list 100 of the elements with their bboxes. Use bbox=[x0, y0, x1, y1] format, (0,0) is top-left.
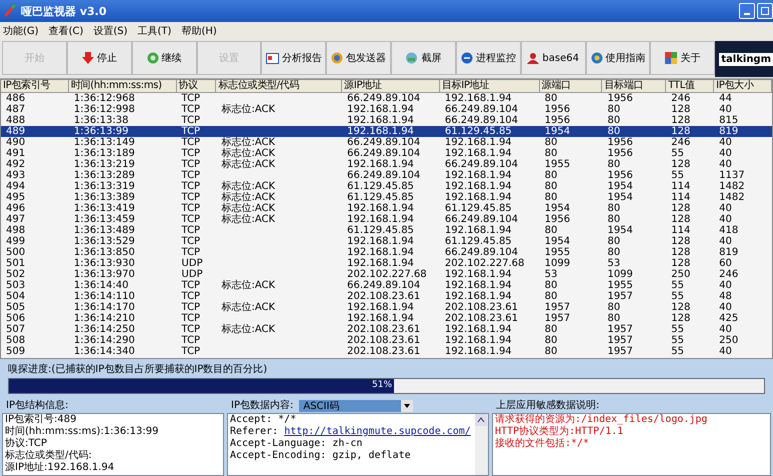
table-row[interactable]: 491 1:36:13:189 TCP 标志位:ACK 66.249.89.104 192.168.1.94 80 1956 55 40 bbox=[1, 148, 772, 159]
table-cell: 标志位:ACK bbox=[221, 280, 276, 291]
table-row[interactable]: 507 1:36:14:250 TCP 标志位:ACK 202.108.23.61 192.168.1.94 80 1957 55 40 bbox=[1, 324, 772, 335]
link[interactable]: http://talkingmute.supcode.com/ bbox=[284, 426, 471, 437]
table-cell: 1957 bbox=[607, 324, 633, 335]
data-line: Accept: */* bbox=[230, 414, 298, 426]
scrollbar[interactable] bbox=[475, 414, 488, 475]
column-header[interactable]: 时间(hh:mm:ss:ms) bbox=[68, 80, 177, 93]
table-cell: 1:36:13:189 bbox=[74, 148, 135, 159]
toolbar-button[interactable]: 停止 bbox=[66, 41, 132, 75]
table-cell: 114 bbox=[671, 181, 690, 192]
table-cell: 490 bbox=[6, 137, 26, 148]
table-row[interactable]: 496 1:36:13:419 TCP 标志位:ACK 192.168.1.94 61.129.45.85 1954 80 128 40 bbox=[1, 203, 772, 214]
menu-item[interactable]: 查看(C) bbox=[48, 24, 84, 38]
menu-item[interactable]: 功能(G) bbox=[3, 24, 39, 38]
table-cell: 489 bbox=[6, 126, 26, 137]
table-cell: 246 bbox=[719, 269, 738, 280]
table-cell: 44 bbox=[719, 93, 732, 104]
column-header[interactable]: TTL值 bbox=[666, 80, 714, 93]
table-row[interactable]: 494 1:36:13:319 TCP 标志位:ACK 61.129.45.85 192.168.1.94 80 1954 114 1482 bbox=[1, 181, 772, 192]
table-cell: TCP bbox=[182, 104, 200, 115]
table-cell: TCP bbox=[182, 324, 200, 335]
table-row[interactable]: 503 1:36:14:40 TCP 标志位:ACK 66.249.89.104 192.168.1.94 80 1955 55 40 bbox=[1, 280, 772, 291]
table-cell: 192.168.1.94 bbox=[444, 346, 512, 357]
table-row[interactable]: 490 1:36:13:149 TCP 标志位:ACK 66.249.89.104 192.168.1.94 80 1956 246 40 bbox=[1, 137, 772, 148]
toolbar-button[interactable]: 截屏 bbox=[391, 41, 456, 75]
toolbar-button[interactable]: 使用指南 bbox=[586, 41, 650, 75]
column-header[interactable]: 源端口 bbox=[540, 80, 602, 93]
table-cell: 192.168.1.94 bbox=[444, 192, 512, 203]
table-cell: 66.249.89.104 bbox=[444, 104, 518, 115]
table-cell: 80 bbox=[544, 93, 558, 104]
table-row[interactable]: 505 1:36:14:170 TCP 标志位:ACK 192.168.1.94 202.108.23.61 1957 80 128 40 bbox=[1, 302, 772, 313]
table-cell: 425 bbox=[719, 313, 738, 324]
table-cell: 1954 bbox=[544, 236, 570, 247]
table-cell: 55 bbox=[671, 291, 684, 302]
table-cell: 192.168.1.94 bbox=[347, 115, 414, 126]
table-cell: 80 bbox=[607, 247, 620, 258]
table-row[interactable]: 500 1:36:13:850 TCP 192.168.1.94 66.249.89.104 1955 80 128 819 bbox=[1, 247, 772, 258]
table-cell: 80 bbox=[607, 126, 620, 137]
toolbar-button[interactable]: 继续 bbox=[132, 41, 197, 75]
table-row[interactable]: 493 1:36:13:289 TCP 66.249.89.104 192.168.1.94 80 1956 55 1137 bbox=[1, 170, 772, 181]
table-cell: 504 bbox=[6, 291, 26, 302]
table-row[interactable]: 489 1:36:13:99 TCP 192.168.1.94 61.129.45.85 1954 80 128 819 bbox=[1, 126, 772, 137]
scroll-up-icon[interactable] bbox=[475, 414, 487, 426]
maximize-button[interactable] bbox=[757, 3, 773, 19]
table-cell: 80 bbox=[607, 214, 620, 225]
table-row[interactable]: 495 1:36:13:389 TCP 标志位:ACK 61.129.45.85 192.168.1.94 80 1954 114 1482 bbox=[1, 192, 772, 203]
table-row[interactable]: 508 1:36:14:290 TCP 202.108.23.61 192.168.1.94 80 1957 55 250 bbox=[1, 335, 772, 346]
column-header[interactable]: 目标IP地址 bbox=[440, 80, 540, 93]
table-cell: 507 bbox=[6, 324, 26, 335]
table-row[interactable]: 502 1:36:13:970 UDP 202.102.227.68 192.168.1.94 53 1099 250 246 bbox=[1, 269, 772, 280]
table-row[interactable]: 497 1:36:13:459 TCP 标志位:ACK 192.168.1.94 66.249.89.104 1956 80 128 40 bbox=[1, 214, 772, 225]
toolbar-button[interactable]: base64 bbox=[520, 41, 586, 75]
menu-item[interactable]: 帮助(H) bbox=[181, 24, 217, 38]
table-row[interactable]: 486 1:36:12:968 TCP 66.249.89.104 192.168.1.94 80 1956 246 44 bbox=[1, 93, 772, 104]
table-cell: 1099 bbox=[544, 258, 570, 269]
text-area[interactable]: IP包索引号:489 时间(hh:mm:ss:ms):1:36:13:99 协议:TCP 标志位或类型/代码: 源IP地址:192.168.1.94 bbox=[2, 413, 224, 476]
column-header[interactable]: IP包大小 bbox=[714, 80, 772, 93]
table-row[interactable]: 506 1:36:14:210 TCP 192.168.1.94 202.108.23.61 1957 80 128 425 bbox=[1, 313, 772, 324]
table-cell: TCP bbox=[182, 181, 200, 192]
menu-item[interactable]: 设置(S) bbox=[93, 24, 128, 38]
table-cell: 1:36:13:459 bbox=[74, 214, 135, 225]
table-cell: 202.102.227.68 bbox=[444, 258, 524, 269]
text-area[interactable]: Accept: */* Referer: http://talkingmute.supcode.com/ Accept-Language: zh-cn Accept-Encoding: gzip, deflate bbox=[227, 413, 489, 476]
column-header[interactable]: 协议 bbox=[176, 80, 216, 93]
table-cell: 508 bbox=[6, 335, 26, 346]
minimize-button[interactable] bbox=[739, 3, 755, 19]
toolbar-button[interactable]: 关于 bbox=[650, 41, 716, 75]
table-cell: 40 bbox=[719, 137, 732, 148]
table-row[interactable]: 504 1:36:14:110 TCP 202.108.23.61 192.168.1.94 80 1957 55 48 bbox=[1, 291, 772, 302]
table-cell: 1:36:14:40 bbox=[74, 280, 128, 291]
table-cell: 1:36:13:419 bbox=[74, 203, 135, 214]
table-cell: 128 bbox=[671, 214, 690, 225]
table-row[interactable]: 492 1:36:13:219 TCP 标志位:ACK 192.168.1.94 66.249.89.104 1955 80 128 40 bbox=[1, 159, 772, 170]
table-row[interactable]: 487 1:36:12:998 TCP 标志位:ACK 192.168.1.94 66.249.89.104 1956 80 128 40 bbox=[1, 104, 772, 115]
toolbar-button[interactable]: 分析报告 bbox=[261, 41, 326, 75]
panel-title: IP包数据内容: bbox=[230, 399, 294, 413]
table-cell: 40 bbox=[719, 324, 732, 335]
encoding-dropdown[interactable]: ASCII码 bbox=[299, 400, 414, 412]
table-cell: 192.168.1.94 bbox=[444, 181, 512, 192]
menu-item[interactable]: 工具(T) bbox=[138, 24, 172, 38]
panel-title: IP包结构信息: bbox=[5, 399, 70, 413]
table-row[interactable]: 509 1:36:14:340 TCP 202.108.23.61 192.168.1.94 80 1957 55 40 bbox=[1, 346, 772, 357]
text-area[interactable]: 请求获得的资源为:/index_files/logo.jpg HTTP协议类型为:HTTP/1.1 接收的文件包括:*/* bbox=[492, 413, 771, 476]
table-row[interactable]: 488 1:36:13:38 TCP 192.168.1.94 66.249.89.104 1956 80 128 815 bbox=[1, 115, 772, 126]
table-cell: 192.168.1.94 bbox=[444, 170, 512, 181]
toolbar-button[interactable]: 进程监控 bbox=[456, 41, 521, 75]
table-cell: 66.249.89.104 bbox=[347, 170, 420, 181]
table-row[interactable]: 498 1:36:13:489 TCP 61.129.45.85 192.168.1.94 80 1954 114 418 bbox=[1, 225, 772, 236]
column-header[interactable]: 源IP地址 bbox=[342, 80, 440, 93]
table-row[interactable]: 501 1:36:13:930 UDP 192.168.1.94 202.102.227.68 1099 53 128 60 bbox=[1, 258, 772, 269]
table-cell: 55 bbox=[671, 324, 684, 335]
column-header[interactable]: IP包索引号 bbox=[1, 80, 69, 93]
table-row[interactable]: 499 1:36:13:529 TCP 192.168.1.94 61.129.45.85 1954 80 128 40 bbox=[1, 236, 772, 247]
toolbar-button[interactable]: 包发送器 bbox=[326, 41, 392, 75]
column-header[interactable]: 目标端口 bbox=[602, 80, 666, 93]
table-cell: 标志位:ACK bbox=[221, 203, 276, 214]
column-header[interactable]: 标志位或类型/代码 bbox=[216, 80, 342, 93]
table-cell: 1957 bbox=[607, 335, 633, 346]
info-line: 请求获得的资源为:/index_files/logo.jpg bbox=[495, 414, 708, 426]
